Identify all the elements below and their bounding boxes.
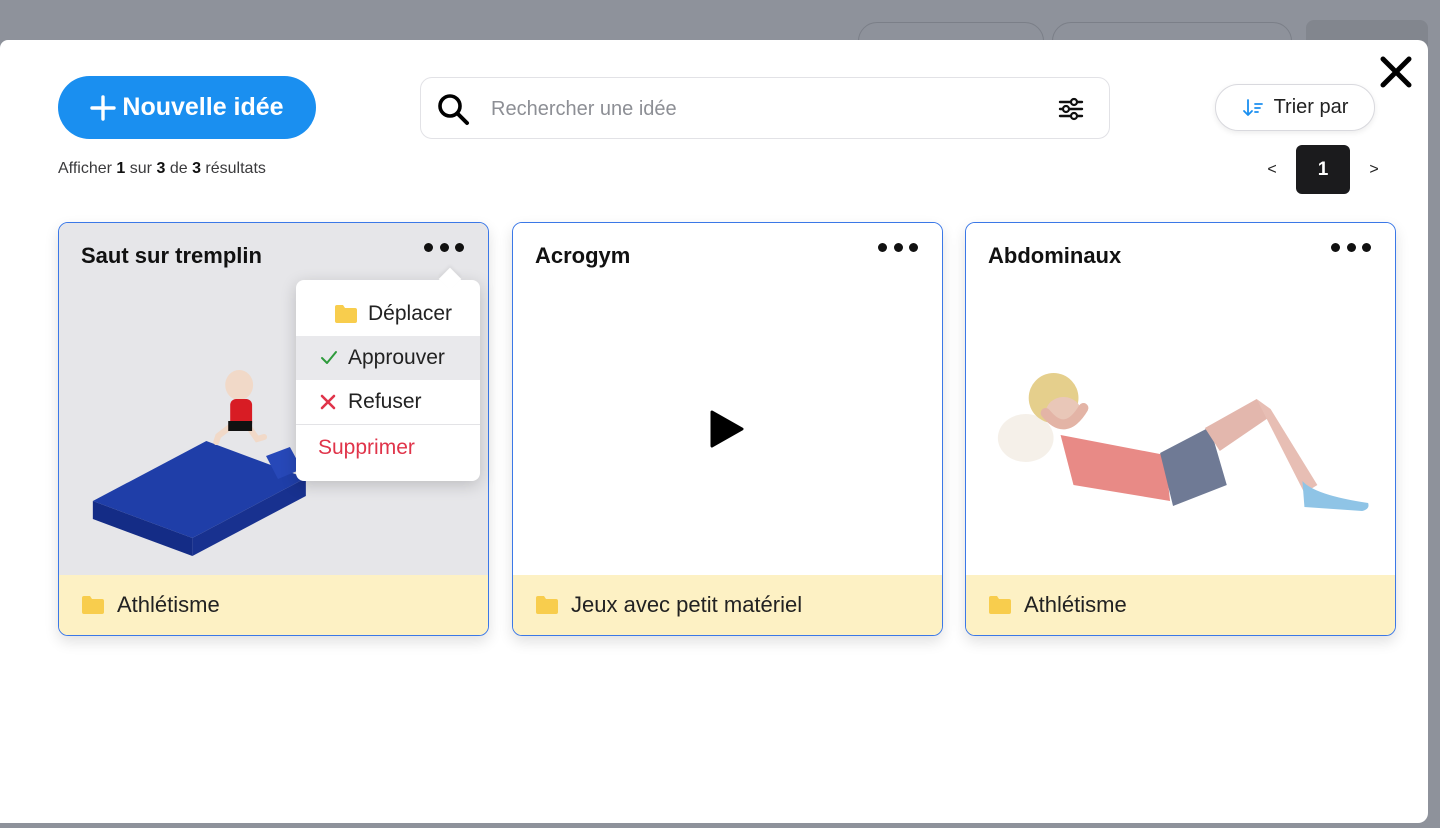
pagination-current-page[interactable]: 1 <box>1296 145 1350 194</box>
idea-card[interactable]: Abdominaux Athlétisme <box>965 222 1396 636</box>
card-context-menu: Déplacer Approuver Refuser Supprimer <box>296 280 480 481</box>
menu-item-delete[interactable]: Supprimer <box>296 426 480 470</box>
folder-icon <box>82 596 104 614</box>
plus-icon <box>90 94 117 121</box>
situp-image <box>966 223 1395 576</box>
card-category: Athlétisme <box>59 575 488 635</box>
close-icon <box>1380 56 1412 88</box>
card-category-label: Athlétisme <box>1024 592 1127 617</box>
sort-button[interactable]: Trier par <box>1215 84 1375 131</box>
new-idea-button[interactable]: Nouvelle idée <box>58 76 316 139</box>
new-idea-label: Nouvelle idée <box>122 93 284 121</box>
sort-label: Trier par <box>1273 96 1349 118</box>
menu-item-move[interactable]: Déplacer <box>296 292 480 336</box>
more-options-icon[interactable] <box>424 237 464 257</box>
card-title: Saut sur tremplin <box>81 243 262 268</box>
card-category: Jeux avec petit matériel <box>513 575 942 635</box>
menu-item-approve[interactable]: Approuver <box>296 336 480 380</box>
folder-icon <box>989 596 1011 614</box>
menu-item-label: Déplacer <box>368 302 453 325</box>
menu-divider <box>296 424 480 425</box>
pagination: < 1 > <box>1258 145 1388 194</box>
folder-icon <box>335 305 357 323</box>
card-category-label: Athlétisme <box>117 592 220 617</box>
folder-icon <box>536 596 558 614</box>
close-button[interactable] <box>1378 54 1414 90</box>
cross-icon <box>320 394 336 410</box>
search-input[interactable] <box>491 93 1051 125</box>
idea-card[interactable]: Acrogym Jeux avec petit matériel <box>512 222 943 636</box>
card-category: Athlétisme <box>966 575 1395 635</box>
more-options-icon[interactable] <box>878 237 918 257</box>
pagination-next-button[interactable]: > <box>1360 161 1388 179</box>
sort-icon <box>1242 98 1263 116</box>
menu-item-label: Approuver <box>348 346 445 369</box>
more-options-icon[interactable] <box>1331 237 1371 257</box>
pagination-prev-button[interactable]: < <box>1258 161 1286 179</box>
menu-item-label: Refuser <box>348 390 422 413</box>
menu-item-refuse[interactable]: Refuser <box>296 380 480 424</box>
play-icon[interactable] <box>709 409 745 449</box>
video-preview <box>513 223 942 576</box>
filter-settings-icon[interactable] <box>1057 95 1085 123</box>
card-title: Acrogym <box>535 243 631 268</box>
check-icon <box>321 351 337 364</box>
card-title: Abdominaux <box>988 243 1122 268</box>
search-icon <box>438 94 469 125</box>
menu-item-label: Supprimer <box>318 436 415 459</box>
search-bar <box>420 77 1110 139</box>
card-category-label: Jeux avec petit matériel <box>571 592 803 617</box>
results-summary: Afficher 1 sur 3 de 3 résultats <box>58 160 266 177</box>
